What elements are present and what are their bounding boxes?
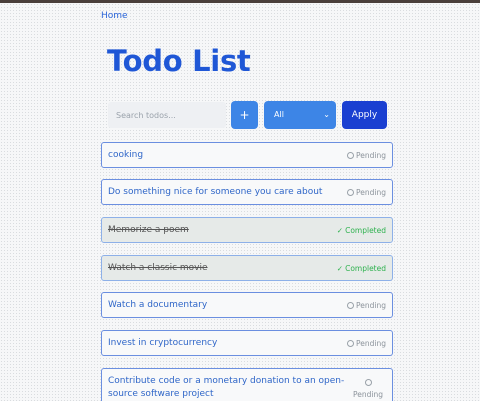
status-filter-select[interactable]: All ⌄	[264, 101, 336, 129]
todo-text: Invest in cryptocurrency	[108, 338, 218, 348]
todo-text: cooking	[108, 150, 144, 160]
top-border	[0, 0, 480, 3]
todo-text: Watch a documentary	[108, 300, 208, 310]
todo-item[interactable]: Memorize a poem ✓ Completed	[101, 217, 393, 243]
todo-text: Contribute code or a monetary donation t…	[108, 376, 345, 399]
pending-circle-icon	[347, 302, 355, 309]
search-input[interactable]	[108, 102, 226, 128]
todo-status-label: Pending	[356, 301, 386, 310]
todo-item[interactable]: Invest in cryptocurrency Pending	[101, 330, 393, 356]
todo-status: Pending	[352, 379, 384, 399]
todo-status: Pending	[347, 301, 386, 310]
todo-status-label: Completed	[345, 226, 386, 235]
todo-text: Do something nice for someone you care a…	[108, 187, 323, 197]
pending-circle-icon	[347, 189, 355, 196]
home-link[interactable]: Home	[101, 11, 128, 21]
todo-item[interactable]: Watch a documentary Pending	[101, 292, 393, 318]
todo-item[interactable]: Contribute code or a monetary donation t…	[101, 368, 393, 401]
filter-value: All	[274, 110, 284, 119]
todo-item[interactable]: Watch a classic movie ✓ Completed	[101, 255, 393, 281]
todo-item[interactable]: cooking Pending	[101, 142, 393, 168]
todo-status-label: Pending	[356, 188, 386, 197]
pending-circle-icon	[347, 340, 355, 347]
todo-status: Pending	[347, 188, 386, 197]
todo-status: Pending	[347, 339, 386, 348]
todo-status: ✓ Completed	[337, 264, 386, 273]
todo-status-label: Pending	[356, 151, 386, 160]
add-todo-button[interactable]: +	[231, 101, 258, 129]
pending-circle-icon	[364, 379, 372, 386]
page-title: Todo List	[107, 44, 251, 78]
checkmark-icon: ✓	[336, 226, 344, 235]
todo-status-label: Pending	[353, 390, 383, 399]
apply-button[interactable]: Apply	[342, 101, 387, 129]
todo-status: ✓ Completed	[337, 226, 386, 235]
todo-status: Pending	[347, 151, 386, 160]
todo-item[interactable]: Do something nice for someone you care a…	[101, 179, 393, 205]
pending-circle-icon	[347, 152, 355, 159]
checkmark-icon: ✓	[336, 264, 344, 273]
todo-text: Memorize a poem	[108, 225, 189, 235]
chevron-down-icon: ⌄	[323, 110, 330, 119]
todo-status-label: Completed	[345, 264, 386, 273]
todo-text: Watch a classic movie	[108, 263, 208, 273]
todo-status-label: Pending	[356, 339, 386, 348]
